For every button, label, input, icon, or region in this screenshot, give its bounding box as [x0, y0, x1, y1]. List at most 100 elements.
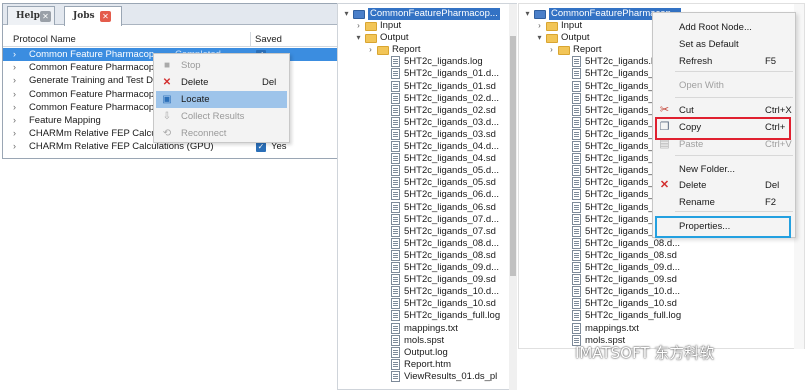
- file-icon: [391, 237, 400, 249]
- file-icon: [391, 141, 400, 152]
- file-icon: [572, 237, 581, 249]
- menu-item-label: New Folder...: [679, 164, 735, 175]
- menu-item-rename[interactable]: Rename F2: [655, 194, 793, 211]
- file-icon: [572, 80, 581, 92]
- tree-node-label: Report.htm: [404, 358, 451, 370]
- protocol-name: Common Feature Pharmacop: [29, 88, 155, 100]
- tree-node-label: 5HT2c_ligands_04.sd: [404, 153, 496, 165]
- chevron-right-icon[interactable]: ›: [13, 75, 16, 85]
- tree-node-label: CommonFeaturePharmacop...: [368, 8, 500, 20]
- tree-node-label: mappings.txt: [585, 322, 639, 334]
- file-icon: [391, 322, 400, 334]
- chevron-right-icon[interactable]: ›: [13, 115, 16, 125]
- file-icon: [572, 128, 581, 140]
- explorer-tree-left: ▾ CommonFeaturePharmacop... › Input ▾ Output ›…: [337, 3, 517, 390]
- reconnect-icon: ⟲: [162, 128, 172, 139]
- menu-item-refresh[interactable]: Refresh F5: [655, 53, 793, 70]
- close-icon[interactable]: ✕: [100, 11, 111, 22]
- file-icon: [391, 153, 400, 165]
- scrollbar-thumb[interactable]: [510, 36, 516, 276]
- menu-item-label: Open With: [679, 80, 724, 91]
- menu-item-add-root-node[interactable]: Add Root Node...: [655, 19, 793, 36]
- vertical-scrollbar[interactable]: [509, 4, 517, 390]
- file-icon: [391, 56, 400, 68]
- chevron-right-icon[interactable]: ›: [13, 62, 16, 72]
- close-icon[interactable]: ✕: [40, 11, 51, 22]
- tree-node-label: 5HT2c_ligands.log: [404, 56, 483, 68]
- file-icon: [572, 165, 581, 177]
- file-icon: [391, 104, 400, 116]
- expand-icon[interactable]: ›: [354, 20, 363, 32]
- menu-item-delete[interactable]: ✕ Delete Del: [156, 74, 287, 91]
- file-icon: [391, 286, 400, 298]
- file-icon: [572, 213, 581, 225]
- file-icon: [391, 92, 400, 104]
- menu-item-new-folder[interactable]: New Folder...: [655, 161, 793, 178]
- saved-checkbox[interactable]: ✓: [256, 142, 266, 153]
- protocol-name: CHARMm Relative FEP Calcul: [29, 128, 159, 140]
- chevron-right-icon[interactable]: ›: [13, 141, 16, 151]
- tree-node-label: Report: [573, 44, 602, 56]
- column-header-saved[interactable]: Saved: [255, 34, 282, 45]
- delete-x-icon: ✕: [659, 179, 670, 191]
- menu-separator: [675, 155, 793, 156]
- menu-item-delete[interactable]: ✕ Delete Del: [655, 177, 793, 194]
- file-icon: [391, 189, 400, 201]
- tree-node-label: 5HT2c_ligands_05.sd: [404, 177, 496, 189]
- folder-icon: [546, 22, 558, 31]
- tree-node-label: 5HT2c_ligands_0: [585, 128, 659, 140]
- tree-node-label: 5HT2c_ligands_03.sd: [404, 128, 496, 140]
- tab-help[interactable]: Help ✕: [7, 6, 55, 25]
- table-header: Protocol Name Saved: [3, 32, 339, 47]
- expand-icon[interactable]: ›: [535, 20, 544, 32]
- locate-icon: ▣: [162, 94, 172, 105]
- expand-icon[interactable]: ›: [547, 44, 556, 56]
- menu-item-label: Collect Results: [181, 111, 245, 122]
- expand-icon[interactable]: ›: [366, 44, 375, 56]
- menu-item-locate[interactable]: ▣ Locate: [156, 91, 287, 108]
- collapse-icon[interactable]: ▾: [342, 8, 351, 20]
- protocol-name: Common Feature Pharmacop: [29, 62, 155, 74]
- column-header-protocol-name[interactable]: Protocol Name: [13, 34, 76, 45]
- tree-node-label: 5HT2c_ligands_0: [585, 104, 659, 116]
- file-icon: [391, 334, 400, 346]
- tree-node-label: 5HT2c_ligands_09.d...: [585, 262, 681, 273]
- copy-highlight-box: [655, 117, 791, 140]
- delete-x-icon: ✕: [162, 77, 172, 88]
- tree-node-label: 5HT2c_ligands_08.d...: [404, 237, 500, 249]
- column-divider[interactable]: [250, 32, 251, 47]
- menu-item-set-as-default[interactable]: Set as Default: [655, 36, 793, 53]
- tree-node-label: 5HT2c_ligands_02.sd: [404, 104, 496, 116]
- protocol-name: Generate Training and Test D: [29, 75, 153, 87]
- menu-item-label: Delete: [679, 180, 707, 191]
- chevron-right-icon[interactable]: ›: [13, 128, 16, 138]
- tree-node-label: 5HT2c_ligands_0: [585, 92, 659, 104]
- menu-item-shortcut: Del: [262, 77, 277, 88]
- chevron-right-icon[interactable]: ›: [13, 49, 16, 59]
- collapse-icon[interactable]: ▾: [535, 32, 544, 44]
- chevron-right-icon[interactable]: ›: [13, 89, 16, 99]
- folder-icon: [377, 46, 389, 56]
- menu-item-label: Delete: [181, 77, 209, 88]
- tab-jobs[interactable]: Jobs ✕: [64, 6, 122, 26]
- tree-node-label: 5HT2c_ligands_10.sd: [404, 298, 496, 310]
- file-icon: [572, 286, 581, 298]
- file-icon: [572, 141, 581, 152]
- chevron-right-icon[interactable]: ›: [13, 102, 16, 112]
- file-icon: [572, 153, 581, 165]
- tree-node-label: 5HT2c_ligands_0: [585, 141, 659, 152]
- tree-node-label: 5HT2c_ligands_08.d...: [585, 237, 681, 249]
- collapse-icon[interactable]: ▾: [523, 8, 532, 20]
- menu-item-label: Paste: [679, 139, 704, 150]
- tree-node-label: 5HT2c_ligands_0: [585, 80, 659, 92]
- tree-node-label: mappings.txt: [404, 322, 458, 334]
- tree-node-label: 5HT2c_ligands_03.d...: [404, 116, 500, 128]
- collapse-icon[interactable]: ▾: [354, 32, 363, 44]
- tab-jobs-label: Jobs: [73, 11, 95, 21]
- file-icon: [572, 249, 581, 261]
- tab-help-label: Help: [16, 11, 40, 21]
- file-icon: [572, 116, 581, 128]
- tree-node-label: 5HT2c_ligands_08.sd: [404, 249, 496, 261]
- menu-item-reconnect: ⟲ Reconnect: [156, 125, 287, 142]
- tree-node-label: Output: [380, 32, 409, 44]
